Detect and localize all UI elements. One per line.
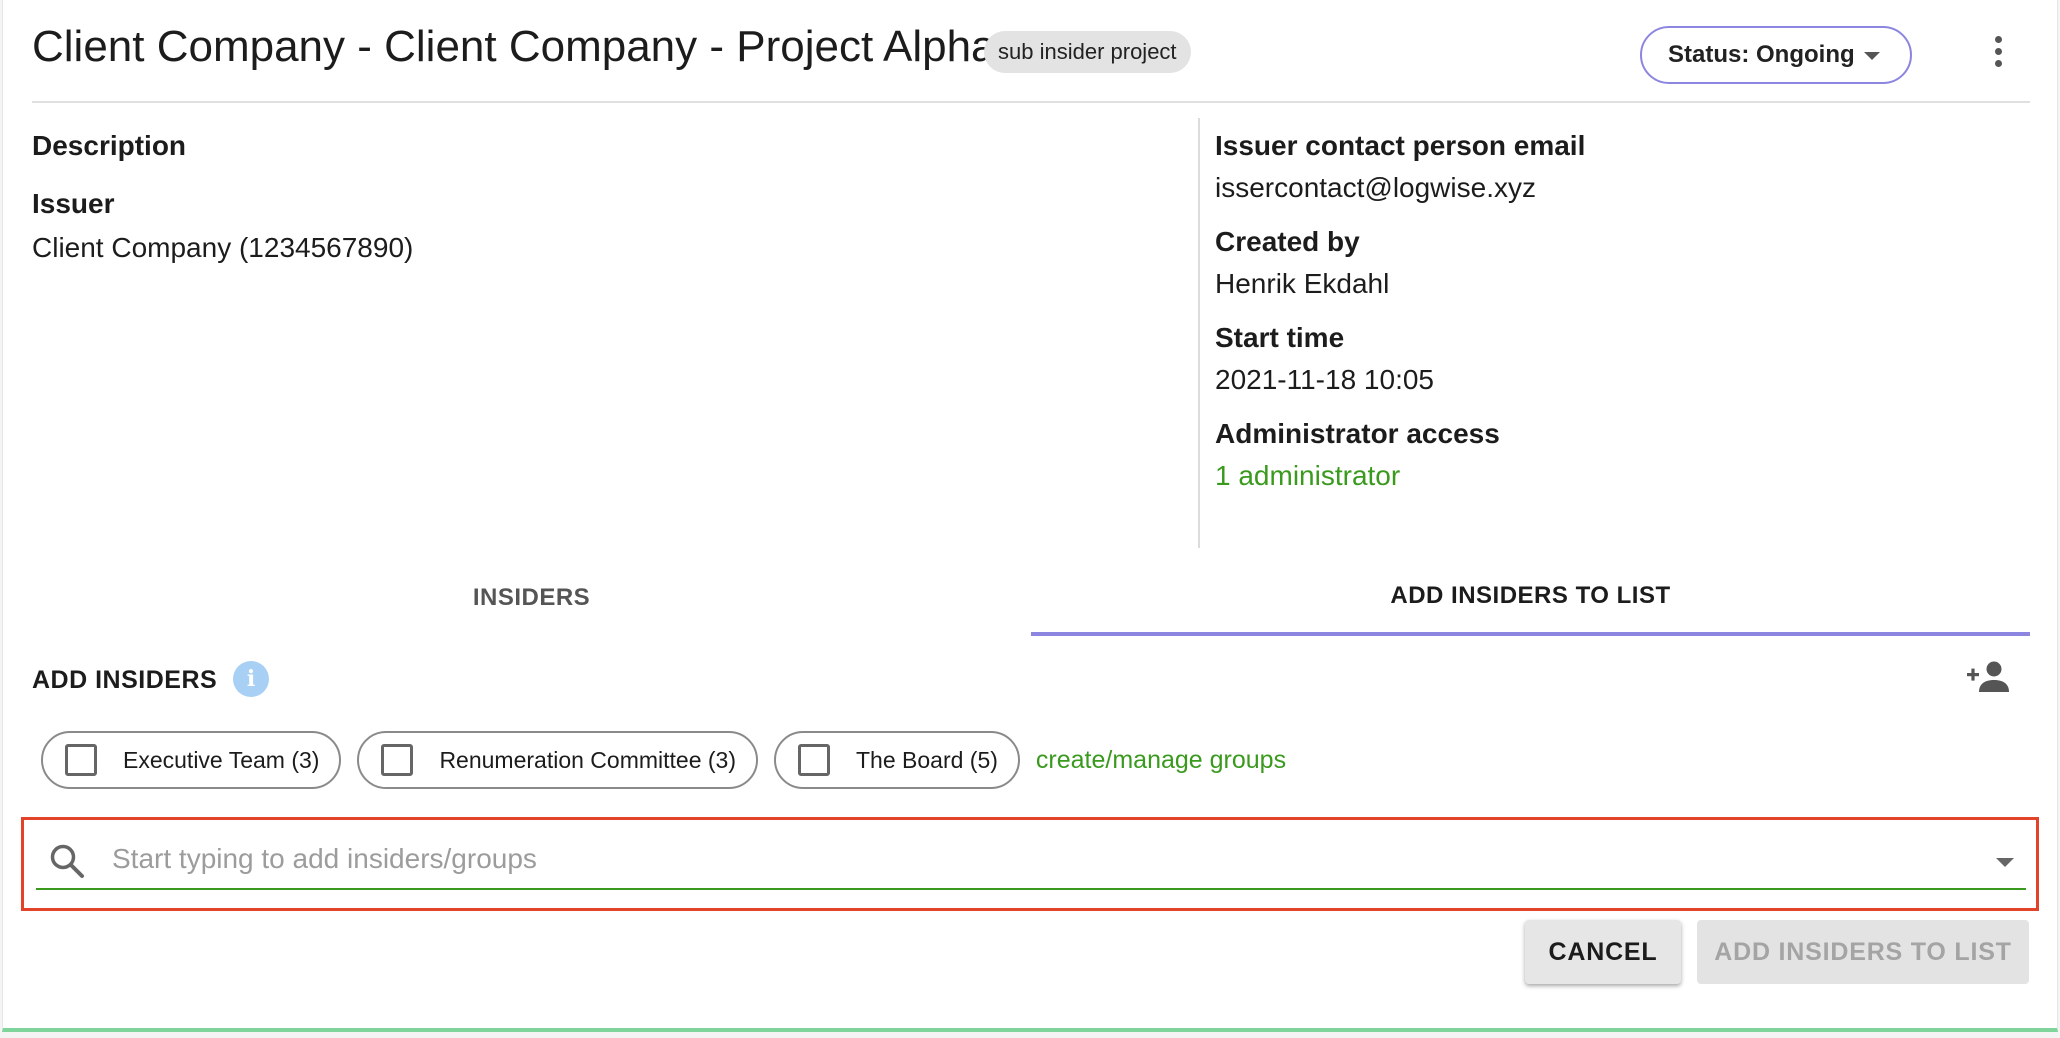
project-type-badge: sub insider project (984, 31, 1191, 73)
kebab-menu-icon[interactable] (1992, 36, 2004, 76)
dropdown-caret-icon (1864, 52, 1880, 60)
detail-issuer: Issuer Client Company (1234567890) (32, 186, 1182, 266)
detail-value: Henrik Ekdahl (1215, 268, 1390, 299)
administrator-link[interactable]: 1 administrator (1215, 458, 2035, 494)
detail-description: Description (32, 128, 1182, 186)
detail-label: Issuer contact person email (1215, 130, 1586, 161)
page-title: Client Company - Client Company - Projec… (32, 22, 996, 71)
detail-label: Created by (1215, 226, 1360, 257)
group-chip-executive-team[interactable]: Executive Team (3) (41, 731, 342, 789)
group-chip-label: Renumeration Committee (3) (439, 746, 736, 773)
search-underline (36, 888, 2026, 890)
group-chip-label: Executive Team (3) (123, 746, 320, 773)
checkbox-icon[interactable] (798, 744, 830, 776)
group-chip-renumeration-committee[interactable]: Renumeration Committee (3) (357, 731, 758, 789)
group-chips: Executive Team (3) Renumeration Committe… (41, 731, 1286, 789)
search-icon (50, 844, 84, 878)
detail-label: Administrator access (1215, 418, 1500, 449)
insider-search-field[interactable] (21, 817, 2039, 911)
status-dropdown[interactable]: Status: Ongoing (1640, 26, 1912, 84)
project-card: Client Company - Client Company - Projec… (2, 0, 2058, 1032)
person-add-icon[interactable] (1965, 660, 2009, 694)
detail-value (32, 164, 1182, 186)
status-label: Status: Ongoing (1668, 41, 1855, 68)
detail-contact-email: Issuer contact person email issercontact… (1215, 128, 2035, 206)
dropdown-caret-icon[interactable] (1996, 858, 2014, 867)
add-insiders-button[interactable]: ADD INSIDERS TO LIST (1697, 920, 2029, 984)
group-chip-label: The Board (5) (856, 746, 998, 773)
detail-created-by: Created by Henrik Ekdahl (1215, 224, 2035, 302)
detail-admin-access: Administrator access 1 administrator (1215, 416, 2035, 494)
details-right: Issuer contact person email issercontact… (1215, 128, 2035, 494)
project-header: Client Company - Client Company - Projec… (32, 0, 2030, 103)
checkbox-icon[interactable] (381, 744, 414, 776)
add-insiders-heading: ADD INSIDERS (32, 666, 218, 694)
column-divider (1198, 118, 1200, 548)
manage-groups-link[interactable]: create/manage groups (1036, 746, 1286, 775)
detail-label: Description (32, 130, 187, 161)
search-input[interactable] (112, 834, 1912, 884)
group-chip-the-board[interactable]: The Board (5) (774, 731, 1020, 789)
details-left: Description Issuer Client Company (12345… (32, 128, 1182, 266)
tab-insiders[interactable]: INSIDERS (32, 560, 1031, 636)
detail-label: Start time (1215, 322, 1345, 353)
detail-label: Issuer (32, 188, 115, 219)
detail-value: Client Company (1234567890) (32, 232, 414, 263)
tab-bar: INSIDERS ADD INSIDERS TO LIST (32, 560, 2030, 636)
cancel-button[interactable]: CANCEL (1525, 920, 1681, 984)
checkbox-icon[interactable] (65, 744, 97, 776)
info-icon[interactable]: i (233, 661, 269, 697)
detail-start-time: Start time 2021-11-18 10:05 (1215, 320, 2035, 398)
detail-value: 2021-11-18 10:05 (1215, 364, 1434, 395)
detail-value: issercontact@logwise.xyz (1215, 172, 1536, 203)
tab-add-insiders[interactable]: ADD INSIDERS TO LIST (1031, 560, 2030, 636)
